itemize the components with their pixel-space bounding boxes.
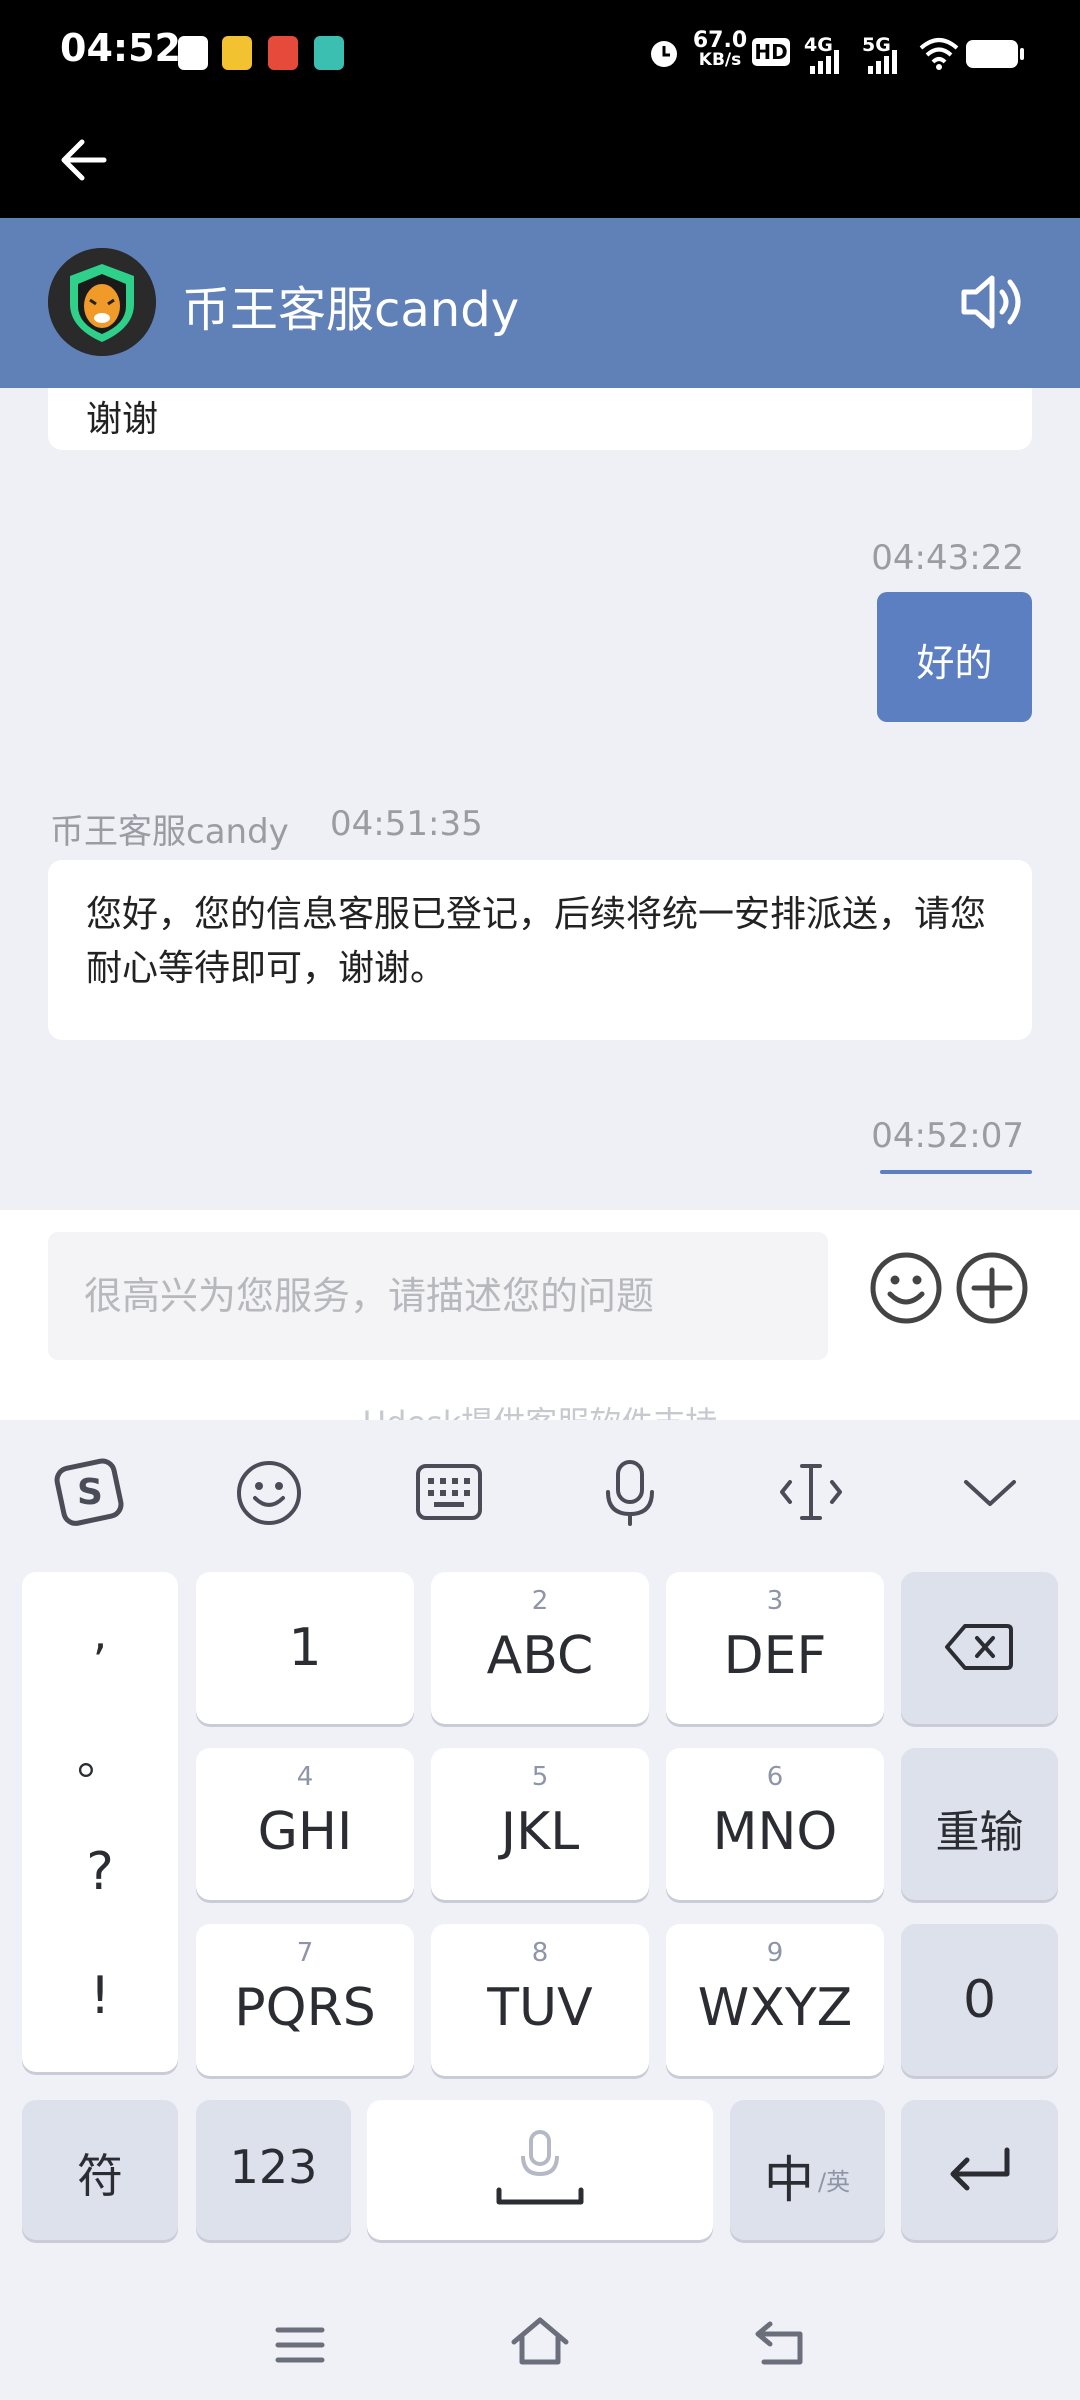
message-text: 您好，您的信息客服已登记，后续将统一安排派送，请您耐心等待即可，谢谢。: [86, 894, 987, 989]
plus-circle-icon[interactable]: [954, 1250, 1030, 1326]
enter-key[interactable]: [901, 2100, 1058, 2240]
user-message-bubble: [880, 1170, 1032, 1174]
space-key[interactable]: [367, 2100, 713, 2240]
punct-exclamation[interactable]: !: [22, 1966, 178, 2026]
app-notification-icon: [222, 36, 252, 70]
backspace-icon: [945, 1624, 1013, 1670]
backspace-key[interactable]: [901, 1572, 1058, 1724]
key-6-mno[interactable]: 6 MNO: [666, 1748, 884, 1900]
punct-comma[interactable]: ,: [22, 1606, 178, 1660]
svg-text:S: S: [77, 1472, 103, 1513]
emoji-icon[interactable]: [234, 1458, 304, 1528]
agent-name-title: 币王客服candy: [182, 282, 520, 338]
symbols-key[interactable]: 符: [22, 2100, 178, 2240]
key-3-def[interactable]: 3 DEF: [666, 1572, 884, 1724]
sender-name: 币王客服candy: [50, 812, 289, 852]
chat-header: 币王客服candy: [0, 218, 1080, 388]
message-input-bar: Udesk提供客服软件支持: [0, 1210, 1080, 1442]
key-7-pqrs[interactable]: 7 PQRS: [196, 1924, 414, 2076]
net-speed: 67.0 KB/s: [692, 28, 748, 70]
status-time: 04:52: [60, 26, 181, 70]
battery-tip-icon: [1020, 48, 1024, 60]
numbers-key[interactable]: 123: [196, 2100, 351, 2240]
clipboard-check-icon: [178, 36, 208, 70]
soft-keyboard: S , 。 ? ! 1 2 ABC 3 DEF 4 GHI 5 JKL 6 MN…: [0, 1420, 1080, 2400]
message-timestamp: 04:52:07: [871, 1116, 1024, 1156]
app-notification-icon: [314, 36, 344, 70]
agent-avatar: [48, 248, 156, 356]
key-1[interactable]: 1: [196, 1572, 414, 1724]
home-icon[interactable]: [508, 2312, 572, 2370]
enter-arrow-icon: [950, 2147, 1010, 2191]
key-5-jkl[interactable]: 5 JKL: [431, 1748, 649, 1900]
sogou-logo-icon[interactable]: S: [54, 1456, 126, 1528]
text-cursor-icon[interactable]: [776, 1460, 846, 1524]
key-8-tuv[interactable]: 8 TUV: [431, 1924, 649, 2076]
key-4-ghi[interactable]: 4 GHI: [196, 1748, 414, 1900]
punct-period[interactable]: 。: [22, 1722, 178, 1788]
hd-icon: HD: [752, 38, 790, 66]
key-0[interactable]: 0: [901, 1924, 1058, 2076]
punctuation-key-column[interactable]: , 。 ? !: [22, 1572, 178, 2072]
microphone-icon: [496, 2130, 584, 2205]
punct-question[interactable]: ?: [22, 1842, 178, 1902]
emoji-icon[interactable]: [868, 1250, 944, 1326]
microphone-icon[interactable]: [598, 1456, 662, 1528]
message-timestamp: 04:43:22: [871, 538, 1024, 578]
message-text: 好的: [916, 641, 993, 685]
keyboard-icon[interactable]: [414, 1460, 484, 1524]
message-input[interactable]: [48, 1232, 828, 1360]
top-nav-bar: [0, 110, 1080, 218]
key-2-abc[interactable]: 2 ABC: [431, 1572, 649, 1724]
key-9-wxyz[interactable]: 9 WXYZ: [666, 1924, 884, 2076]
wifi-icon: [919, 38, 959, 70]
back-icon[interactable]: [752, 2316, 812, 2370]
app-notification-icon: [268, 36, 298, 70]
speaker-icon[interactable]: [958, 270, 1030, 334]
back-arrow-icon[interactable]: [54, 130, 114, 190]
signal-4g-icon: 4G: [804, 34, 842, 78]
agent-message-bubble: 您好，您的信息客服已登记，后续将统一安排派送，请您耐心等待即可，谢谢。: [48, 860, 1032, 1040]
language-switch-key[interactable]: 中 /英: [730, 2100, 885, 2240]
reenter-key[interactable]: 重输: [901, 1748, 1058, 1900]
user-message-bubble: 好的: [877, 592, 1032, 722]
message-text: 谢谢: [86, 399, 159, 440]
alarm-icon: [651, 41, 677, 67]
menu-icon[interactable]: [272, 2320, 328, 2370]
status-bar: 04:52 67.0 KB/s HD 4G 5G: [0, 0, 1080, 110]
battery-icon: [966, 40, 1018, 68]
signal-5g-icon: 5G: [862, 34, 900, 78]
chevron-down-icon[interactable]: [958, 1470, 1022, 1514]
agent-message-bubble: 谢谢: [48, 388, 1032, 450]
message-timestamp: 04:51:35: [330, 804, 483, 844]
chat-message-list[interactable]: 谢谢 04:43:22 好的 币王客服candy 04:51:35 您好，您的信…: [0, 388, 1080, 1210]
